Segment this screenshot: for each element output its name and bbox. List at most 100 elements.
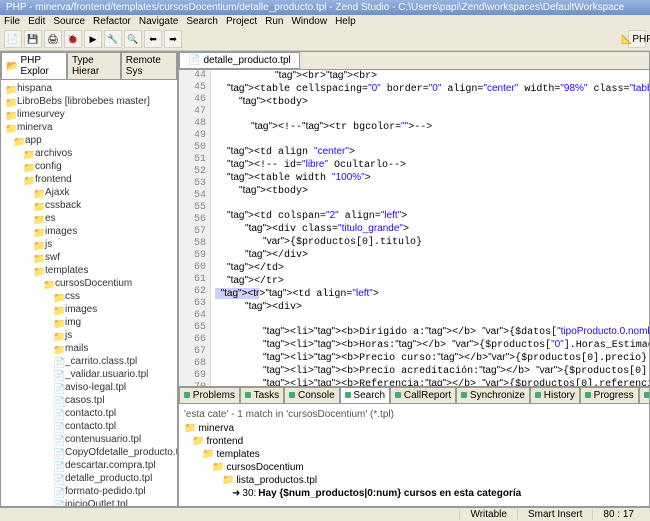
file-item[interactable]: 📄descartar.compra.tpl <box>3 459 175 472</box>
menu-search[interactable]: Search <box>186 16 218 27</box>
search-result-item[interactable]: 📁 minerva <box>182 422 646 435</box>
folder-item[interactable]: 📁es <box>3 212 175 225</box>
folder-item[interactable]: 📁Ajaxk <box>3 186 175 199</box>
folder-icon: 📁 <box>43 279 53 289</box>
menu-run[interactable]: Run <box>265 16 283 27</box>
menu-navigate[interactable]: Navigate <box>139 16 178 27</box>
menu-window[interactable]: Window <box>291 16 327 27</box>
folder-icon: 📁 <box>184 422 196 435</box>
search-result-item[interactable]: 📁 templates <box>182 448 646 461</box>
folder-item[interactable]: 📁js <box>3 238 175 251</box>
code-editor[interactable]: 44 45 46 47 48 49 50 51 52 53 54 55 56 5… <box>179 70 649 386</box>
menu-file[interactable]: File <box>4 16 20 27</box>
folder-item[interactable]: 📁config <box>3 160 175 173</box>
folder-item[interactable]: 📁templates <box>3 264 175 277</box>
folder-item[interactable]: 📁css <box>3 290 175 303</box>
tab-remote-systems[interactable]: Remote Sys <box>121 52 177 80</box>
file-icon: 📄 <box>53 487 63 497</box>
tab-type-hierarchy[interactable]: Type Hierar <box>67 52 121 80</box>
search-result-item[interactable]: 📁 cursosDocentium <box>182 461 646 474</box>
folder-item[interactable]: 📁minerva <box>3 121 175 134</box>
search-result-item[interactable]: 📁 frontend <box>182 435 646 448</box>
folder-item[interactable]: 📁frontend <box>3 173 175 186</box>
file-icon: 📄 <box>53 409 63 419</box>
editor-tab-active[interactable]: 📄 detalle_producto.tpl <box>179 52 300 69</box>
bottom-tab-problems[interactable]: Problems <box>179 387 240 404</box>
perspective-button[interactable]: 📐 PHP <box>628 30 646 48</box>
tab-icon <box>461 392 467 398</box>
folder-icon: 📁 <box>5 97 15 107</box>
print-icon[interactable]: 🖨 <box>44 30 62 48</box>
menu-edit[interactable]: Edit <box>28 16 45 27</box>
file-icon: 📄 <box>53 461 63 471</box>
app-title: PHP - minerva/frontend/templates/cursosD… <box>6 2 624 13</box>
folder-item[interactable]: 📁images <box>3 303 175 316</box>
folder-item[interactable]: 📁LibroBebs [librobebes master] <box>3 95 175 108</box>
folder-icon: 📁 <box>33 188 43 198</box>
file-icon: 📄 <box>53 474 63 484</box>
file-item[interactable]: 📄formato-pedido.tpl <box>3 485 175 498</box>
bottom-tab-browser-o[interactable]: Browser O <box>639 387 649 404</box>
folder-item[interactable]: 📁app <box>3 134 175 147</box>
folder-item[interactable]: 📁archivos <box>3 147 175 160</box>
status-insert: Smart Insert <box>517 509 592 520</box>
nav-back-icon[interactable]: ⬅ <box>144 30 162 48</box>
folder-item[interactable]: 📁images <box>3 225 175 238</box>
status-cursor-pos: 80 : 17 <box>592 509 644 520</box>
folder-icon: 📁 <box>5 110 15 120</box>
bottom-tab-history[interactable]: History <box>530 387 580 404</box>
project-tree[interactable]: 📁hispana📁LibroBebs [librobebes master]📁l… <box>1 80 177 506</box>
menu-project[interactable]: Project <box>226 16 257 27</box>
search-result-item[interactable]: 📁 lista_productos.tpl <box>182 474 646 487</box>
file-item[interactable]: 📄detalle_producto.tpl <box>3 472 175 485</box>
ext-tools-icon[interactable]: 🔧 <box>104 30 122 48</box>
bottom-tab-progress[interactable]: Progress <box>580 387 639 404</box>
menu-refactor[interactable]: Refactor <box>93 16 131 27</box>
folder-icon: 📁 <box>33 227 43 237</box>
folder-item[interactable]: 📁hispana <box>3 82 175 95</box>
folder-item[interactable]: 📁img <box>3 316 175 329</box>
menu-help[interactable]: Help <box>335 16 356 27</box>
bottom-tab-tasks[interactable]: Tasks <box>240 387 284 404</box>
file-item[interactable]: 📄contacto.tpl <box>3 407 175 420</box>
main-toolbar: 📄 💾 🖨 🐞 ▶ 🔧 🔍 ⬅ ➡ 📐 PHP <box>0 28 650 51</box>
bottom-tab-synchronize[interactable]: Synchronize <box>456 387 530 404</box>
file-item[interactable]: 📄_carrito.class.tpl <box>3 355 175 368</box>
folder-icon: 📁 <box>5 123 15 133</box>
tab-php-explorer[interactable]: 📂 PHP Explor <box>1 52 67 80</box>
folder-icon: 📁 <box>33 240 43 250</box>
folder-item[interactable]: 📁cssback <box>3 199 175 212</box>
file-icon: 📄 <box>188 55 200 66</box>
tab-icon <box>535 392 541 398</box>
file-item[interactable]: 📄_validar.usuario.tpl <box>3 368 175 381</box>
file-item[interactable]: 📄casos.tpl <box>3 394 175 407</box>
file-item[interactable]: 📄CopyOfdetalle_producto.tpl <box>3 446 175 459</box>
bottom-tab-search[interactable]: Search <box>340 387 390 404</box>
search-icon[interactable]: 🔍 <box>124 30 142 48</box>
file-item[interactable]: 📄aviso-legal.tpl <box>3 381 175 394</box>
nav-fwd-icon[interactable]: ➡ <box>164 30 182 48</box>
file-icon: 📄 <box>53 500 63 507</box>
folder-item[interactable]: 📁js <box>3 329 175 342</box>
file-item[interactable]: 📄contacto.tpl <box>3 420 175 433</box>
folder-icon: 📁 <box>222 474 234 487</box>
search-results[interactable]: 'esta cate' - 1 match in 'cursosDocentiu… <box>179 404 649 506</box>
folder-item[interactable]: 📁limesurvey <box>3 108 175 121</box>
bottom-tab-callreport[interactable]: CallReport <box>390 387 456 404</box>
save-icon[interactable]: 💾 <box>24 30 42 48</box>
debug-icon[interactable]: 🐞 <box>64 30 82 48</box>
folder-item[interactable]: 📁mails <box>3 342 175 355</box>
new-icon[interactable]: 📄 <box>4 30 22 48</box>
search-result-item[interactable]: ➜ 30: Hay {$num_productos|0:num} cursos … <box>182 487 646 500</box>
folder-item[interactable]: 📁cursosDocentium <box>3 277 175 290</box>
menu-source[interactable]: Source <box>53 16 85 27</box>
bottom-tab-console[interactable]: Console <box>284 387 339 404</box>
menu-bar: File Edit Source Refactor Navigate Searc… <box>0 15 650 28</box>
run-icon[interactable]: ▶ <box>84 30 102 48</box>
code-content[interactable]: "tag"><br>"tag"><br> "tag"><table cellsp… <box>211 70 649 386</box>
tab-icon <box>245 392 251 398</box>
folder-icon: 📁 <box>23 175 33 185</box>
folder-item[interactable]: 📁swf <box>3 251 175 264</box>
file-item[interactable]: 📄inicioOutlet.tpl <box>3 498 175 506</box>
file-item[interactable]: 📄contenusuario.tpl <box>3 433 175 446</box>
